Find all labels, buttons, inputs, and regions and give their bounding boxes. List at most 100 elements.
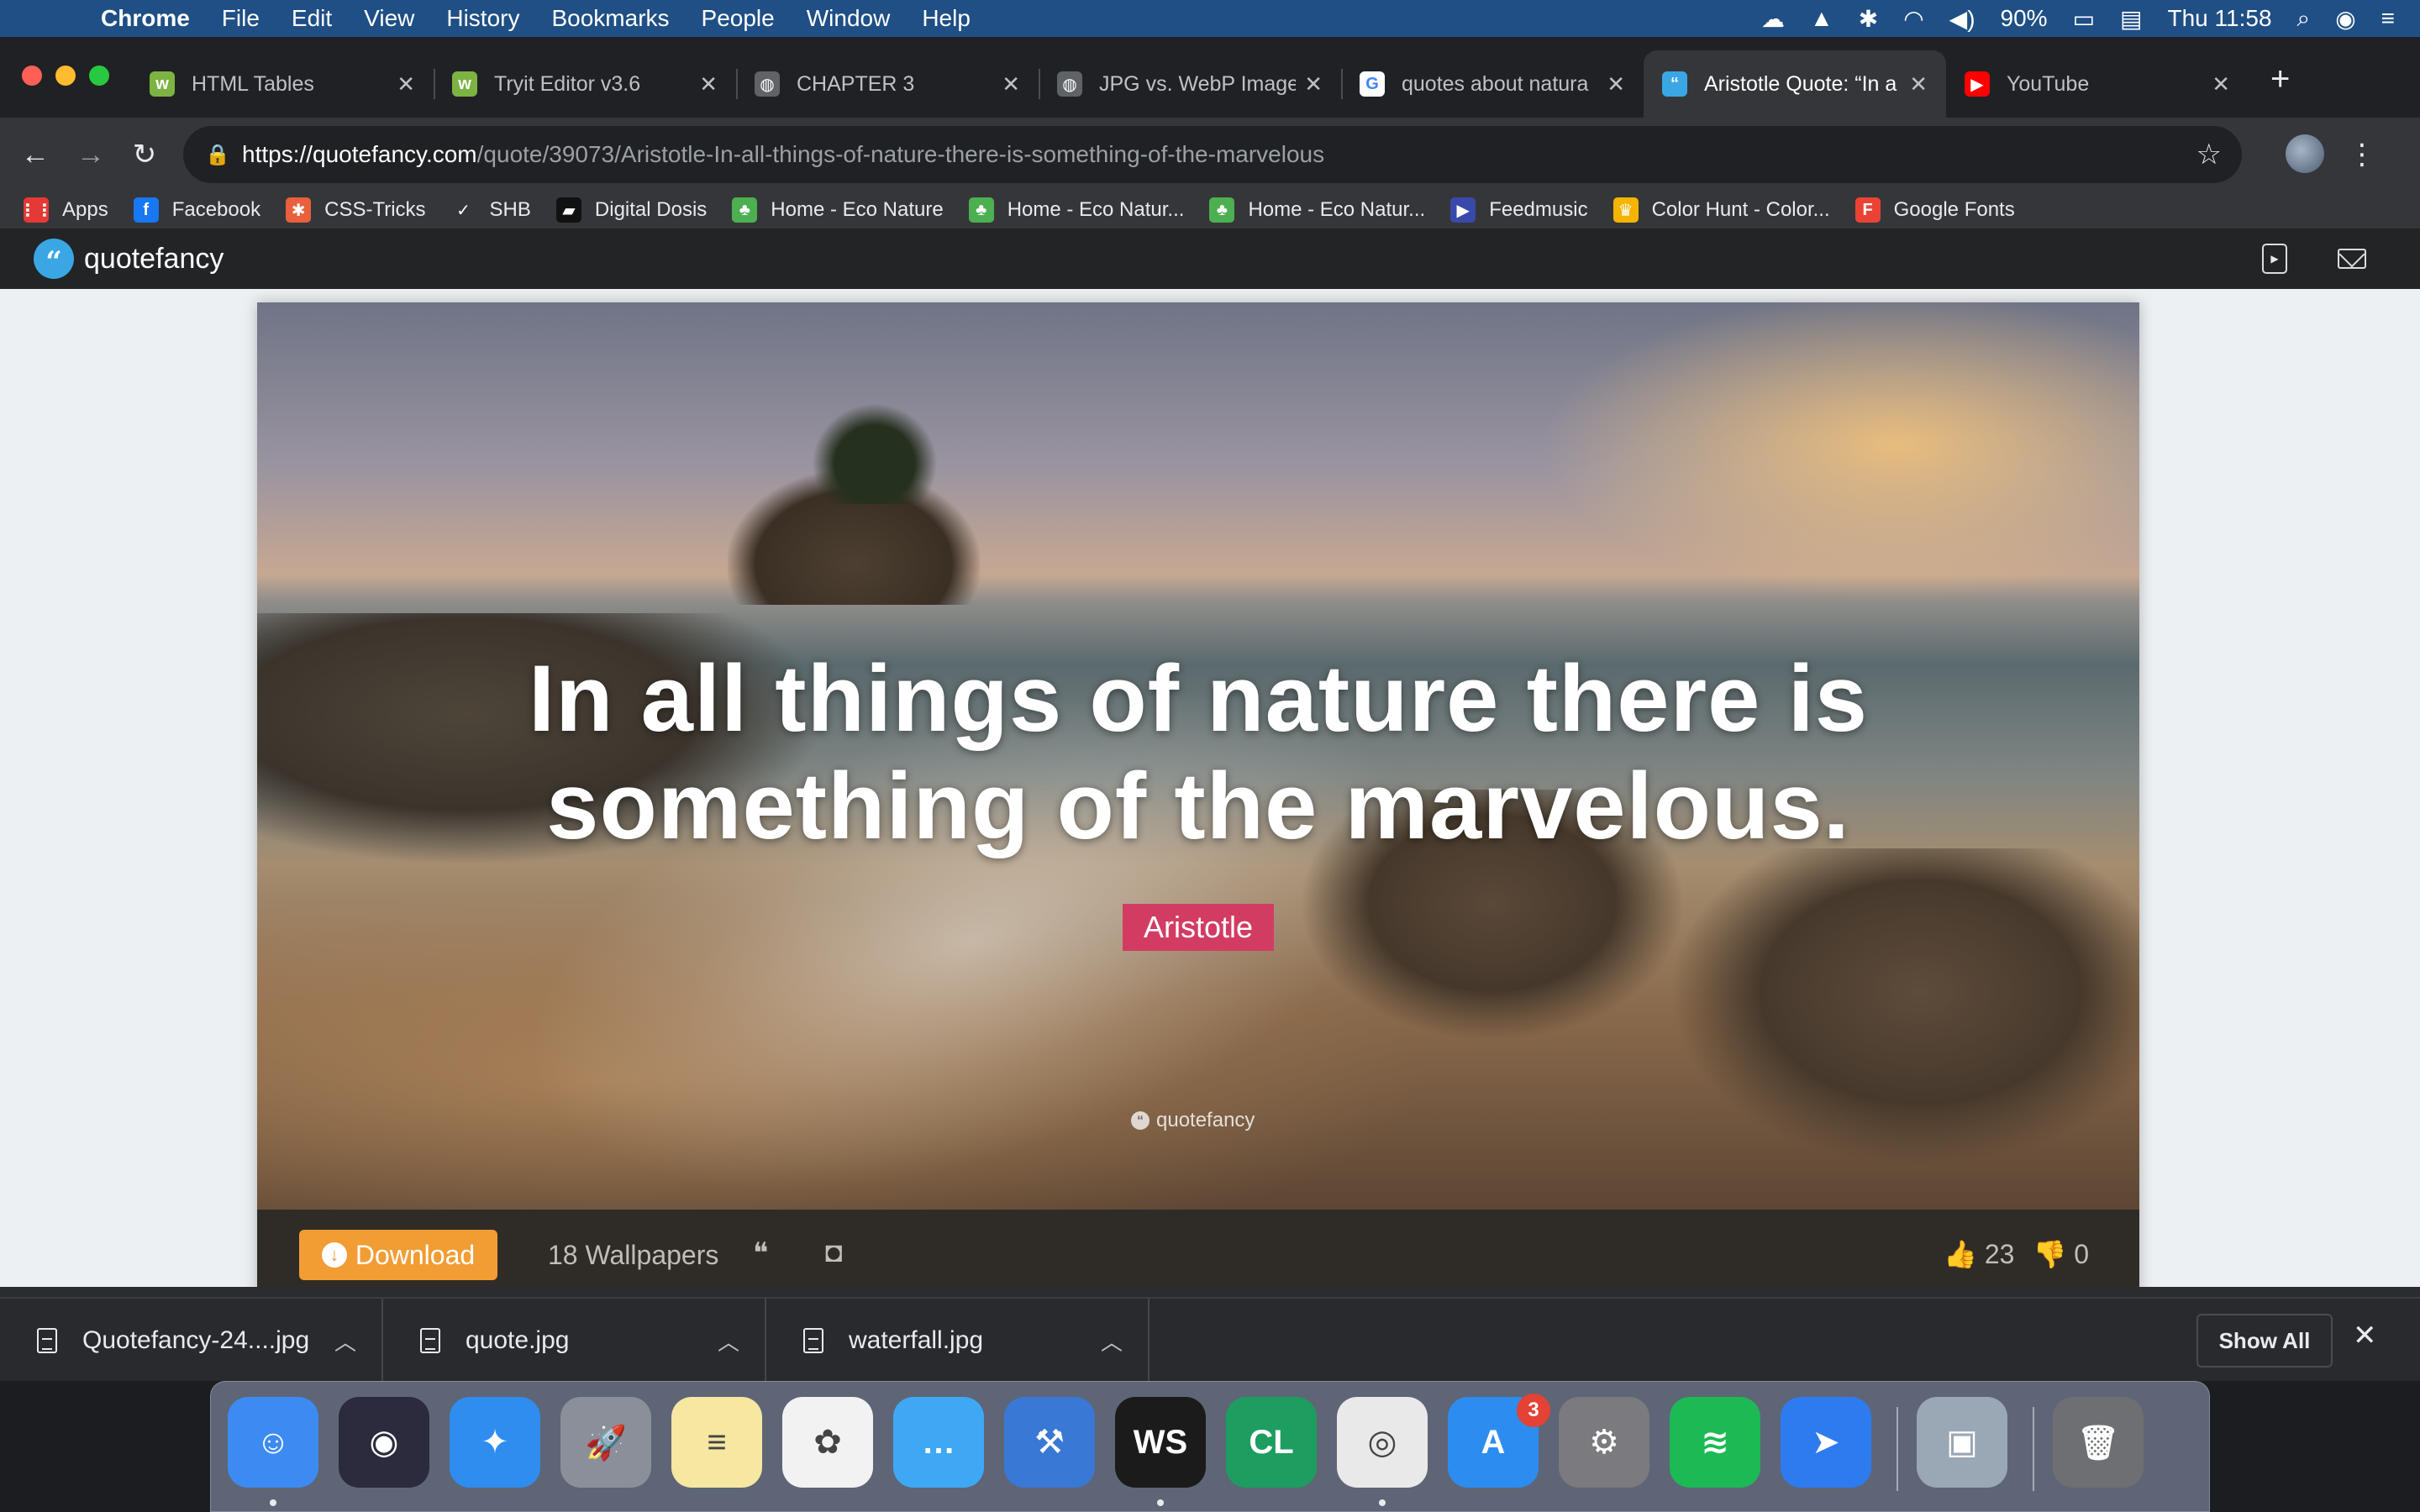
bookmark-item[interactable]: ▰ Digital Dosis xyxy=(555,197,707,223)
close-icon[interactable]: ✕ xyxy=(2353,1319,2377,1352)
dock-app-system-preferences[interactable]: ⚙ xyxy=(1559,1397,1649,1488)
menu-clock[interactable]: Thu 11:58 xyxy=(2168,5,2272,32)
bookmark-item[interactable]: ♛ Color Hunt - Color... xyxy=(1612,197,1830,223)
menu-help[interactable]: Help xyxy=(922,5,971,32)
eco-nature-icon: ♣ xyxy=(968,197,994,223)
menu-file[interactable]: File xyxy=(222,5,260,32)
lock-icon[interactable]: 🔒 xyxy=(205,143,234,167)
flag-us-icon[interactable]: ▤ xyxy=(2120,5,2142,33)
chevron-up-icon[interactable]: ︿ xyxy=(334,1326,356,1357)
dock-app-clion[interactable]: CL xyxy=(1226,1397,1317,1488)
chrome-toolbar: ← → ↻ 🔒 https://quotefancy.com/quote/390… xyxy=(0,118,2420,192)
bluetooth-icon[interactable]: ✱ xyxy=(1859,5,1878,33)
tab-list: w HTML Tables ✕ w Tryit Editor v3.6 ✕ ◍ CHAPTER… xyxy=(131,50,2249,118)
chevron-up-icon[interactable]: ︿ xyxy=(718,1326,739,1357)
tab-item[interactable]: Gquotes about natura ✕ xyxy=(1341,50,1644,118)
bookmark-item[interactable]: ⋮⋮ Apps xyxy=(19,197,108,223)
camera-icon[interactable]: ◘ xyxy=(825,1236,843,1269)
dock-app-chrome[interactable]: ◎ xyxy=(1337,1397,1428,1488)
back-arrow-icon[interactable]: ← xyxy=(12,131,59,178)
like-button[interactable]: 👍 23 xyxy=(1944,1238,2014,1270)
tab-close-icon[interactable]: ✕ xyxy=(699,71,718,97)
chrome-menu-icon[interactable]: ⋮ xyxy=(2348,131,2376,178)
battery-icon[interactable]: ▭ xyxy=(2073,5,2095,33)
window-zoom-button[interactable] xyxy=(89,66,109,86)
dock-app-messages[interactable]: … xyxy=(893,1397,984,1488)
bookmark-item[interactable]: F Google Fonts xyxy=(1854,197,2015,223)
siri-icon[interactable]: ◉ xyxy=(2335,5,2355,33)
tab-item[interactable]: ▶ YouTube ✕ xyxy=(1946,50,2249,118)
dock-app-finder[interactable]: ☺ xyxy=(228,1397,318,1488)
bookmark-item[interactable]: ♣ Home - Eco Nature xyxy=(732,197,944,223)
window-minimize-button[interactable] xyxy=(55,66,76,86)
tab-close-icon[interactable]: ✕ xyxy=(2212,71,2230,97)
new-tab-button[interactable]: + xyxy=(2270,60,2290,98)
tab-active[interactable]: “ Aristotle Quote: “In a ✕ xyxy=(1644,50,1946,118)
download-item[interactable]: waterfall.jpg ︿ xyxy=(766,1299,1150,1383)
quote-logo-icon: “ xyxy=(34,239,74,279)
forward-arrow-icon[interactable]: → xyxy=(67,131,114,178)
menu-bookmarks[interactable]: Bookmarks xyxy=(551,5,669,32)
dock-app-spotify[interactable]: ≋ xyxy=(1670,1397,1760,1488)
dock-app-xcode[interactable]: ⚒ xyxy=(1004,1397,1095,1488)
tab-close-icon[interactable]: ✕ xyxy=(1909,71,1928,97)
creative-cloud-icon[interactable]: ☁ xyxy=(1761,5,1785,33)
bookmark-item[interactable]: ♣ Home - Eco Natur... xyxy=(1209,197,1425,223)
quote-wallpaper-image[interactable]: In all things of nature there is somethi… xyxy=(257,302,2139,1210)
bookmark-item[interactable]: ♣ Home - Eco Natur... xyxy=(968,197,1184,223)
tab-close-icon[interactable]: ✕ xyxy=(1304,71,1323,97)
youtube-icon[interactable]: ▶ xyxy=(2262,244,2287,274)
tab-item[interactable]: ◍ CHAPTER 3 ✕ xyxy=(736,50,1039,118)
notification-icon[interactable]: ▲ xyxy=(1810,5,1833,32)
bookmark-item[interactable]: ✱ CSS-Tricks xyxy=(286,197,426,223)
quote-icon[interactable]: ❝ xyxy=(753,1236,768,1270)
chevron-up-icon[interactable]: ︿ xyxy=(1101,1326,1123,1357)
mail-icon[interactable] xyxy=(2338,249,2366,269)
notification-center-icon[interactable]: ≡ xyxy=(2381,5,2395,32)
download-button[interactable]: ↓ Download xyxy=(299,1230,497,1280)
dock-app-notes[interactable]: ≡ xyxy=(671,1397,762,1488)
dock-app-webstorm[interactable]: WS xyxy=(1115,1397,1206,1488)
menu-window[interactable]: Window xyxy=(807,5,891,32)
show-all-button[interactable]: Show All xyxy=(2196,1314,2333,1368)
tab-close-icon[interactable]: ✕ xyxy=(1607,71,1625,97)
bookmark-item[interactable]: ✓ SHB xyxy=(450,197,531,223)
spotlight-search-icon[interactable]: ⌕ xyxy=(2297,5,2311,33)
dock-app-launchpad[interactable]: 🚀 xyxy=(560,1397,651,1488)
profile-avatar[interactable] xyxy=(2286,134,2324,173)
window-close-button[interactable] xyxy=(22,66,42,86)
wallpapers-link[interactable]: 18 Wallpapers xyxy=(548,1240,718,1271)
dislike-button[interactable]: 👎 0 xyxy=(2033,1238,2089,1270)
menu-edit[interactable]: Edit xyxy=(292,5,332,32)
dock-app-photos[interactable]: ✿ xyxy=(782,1397,873,1488)
reload-icon[interactable]: ↻ xyxy=(121,131,168,178)
tab-item[interactable]: ◍ JPG vs. WebP Image ✕ xyxy=(1039,50,1341,118)
dock-app-preview[interactable]: ▣ xyxy=(1917,1397,2007,1488)
site-logo[interactable]: “ quotefancy xyxy=(34,239,224,279)
bookmark-star-icon[interactable]: ☆ xyxy=(2196,138,2222,171)
tab-item[interactable]: w Tryit Editor v3.6 ✕ xyxy=(434,50,736,118)
dock-app-trash[interactable]: 🗑 xyxy=(2053,1397,2144,1488)
tab-title: HTML Tables xyxy=(192,71,314,96)
address-bar[interactable]: 🔒 https://quotefancy.com/quote/39073/Ari… xyxy=(183,126,2242,183)
author-tag[interactable]: Aristotle xyxy=(1123,904,1274,951)
dock-app-navigator[interactable]: ➤ xyxy=(1781,1397,1871,1488)
menu-people[interactable]: People xyxy=(702,5,775,32)
battery-percent[interactable]: 90% xyxy=(2001,5,2048,32)
menu-app-name[interactable]: Chrome xyxy=(101,5,190,32)
dock-separator xyxy=(2033,1407,2034,1491)
bookmark-item[interactable]: ▶ Feedmusic xyxy=(1450,197,1588,223)
dock-app-siri[interactable]: ◉ xyxy=(339,1397,429,1488)
tab-close-icon[interactable]: ✕ xyxy=(397,71,415,97)
tab-close-icon[interactable]: ✕ xyxy=(1002,71,1020,97)
tab-title: CHAPTER 3 xyxy=(797,71,915,96)
download-item[interactable]: quote.jpg ︿ xyxy=(383,1299,766,1383)
menu-history[interactable]: History xyxy=(446,5,519,32)
bookmark-item[interactable]: f Facebook xyxy=(133,197,260,223)
wifi-icon[interactable]: ◠ xyxy=(1903,5,1923,33)
dock-app-safari[interactable]: ✦ xyxy=(450,1397,540,1488)
menu-view[interactable]: View xyxy=(364,5,414,32)
volume-icon[interactable]: ◀) xyxy=(1949,5,1975,33)
tab-item[interactable]: w HTML Tables ✕ xyxy=(131,50,434,118)
download-item[interactable]: Quotefancy-24....jpg ︿ xyxy=(0,1299,383,1383)
